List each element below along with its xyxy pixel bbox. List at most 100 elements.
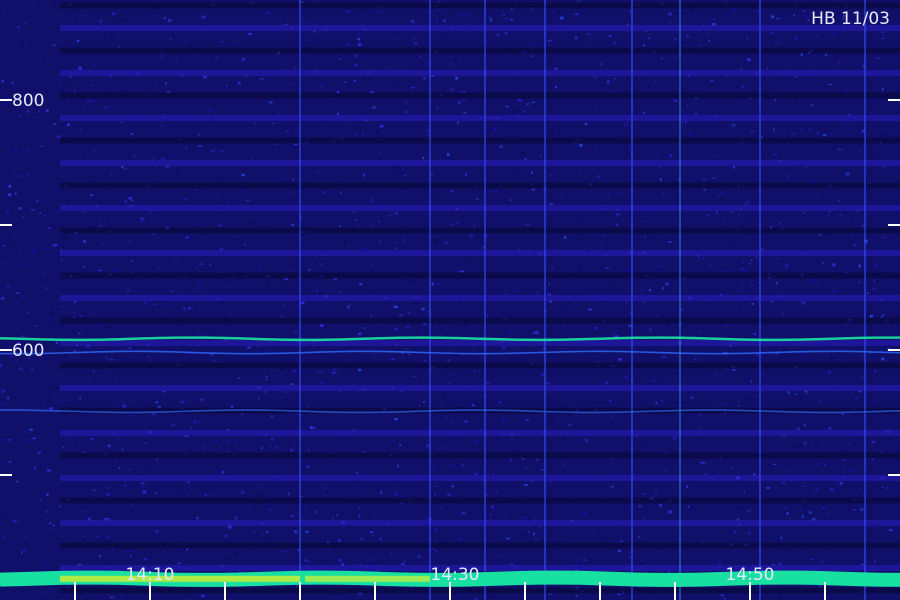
noise-speck [358,332,362,336]
noise-speck [234,441,238,444]
noise-speck [402,63,404,67]
noise-speck [8,168,12,170]
noise-speck [853,436,856,439]
noise-speck [822,561,825,563]
noise-speck [127,241,131,243]
noise-speck [523,110,526,113]
noise-speck [342,64,347,66]
x-tick-label: 14:50 [726,565,775,585]
noise-speck [803,504,807,507]
noise-speck [872,527,875,529]
noise-speck [18,254,21,257]
noise-speck [475,440,479,443]
noise-speck [354,64,357,66]
noise-speck [66,394,69,397]
noise-speck [532,515,535,517]
noise-speck [114,376,117,379]
noise-speck [234,516,238,520]
noise-speck [34,466,36,470]
noise-speck [875,280,879,282]
noise-speck [874,404,877,407]
noise-speck [819,311,821,314]
noise-speck [257,265,262,268]
noise-speck [521,421,523,423]
noise-speck [708,470,711,472]
noise-speck [665,469,667,472]
noise-speck [557,10,561,14]
noise-speck [21,295,24,298]
noise-speck [333,368,338,371]
noise-speck [331,371,336,374]
noise-speck [738,213,740,216]
noise-speck [841,32,844,35]
noise-speck [775,42,778,44]
noise-speck [765,436,767,440]
noise-speck [762,155,765,159]
noise-speck [447,359,450,362]
noise-speck [12,520,17,523]
noise-speck [667,556,669,558]
noise-speck [789,516,791,519]
noise-speck [268,514,271,517]
noise-speck [782,436,786,438]
noise-speck [308,268,311,271]
noise-speck [335,514,338,516]
noise-speck [568,413,570,417]
noise-speck [251,221,256,224]
noise-speck [720,594,724,597]
noise-speck [451,460,454,463]
noise-speck [343,517,345,520]
noise-speck [39,498,42,502]
noise-speck [260,447,263,450]
noise-speck [372,291,376,294]
horizontal-band [60,182,900,189]
noise-speck [551,11,553,13]
noise-speck [607,80,610,84]
noise-speck [852,469,856,472]
noise-speck [2,439,5,441]
noise-speck [844,448,848,451]
noise-speck [825,234,830,236]
noise-speck [217,177,219,180]
noise-speck [226,79,230,81]
noise-speck [18,367,23,371]
noise-speck [271,122,275,124]
noise-speck [91,99,95,103]
noise-speck [614,469,618,472]
noise-speck [825,54,828,56]
noise-speck [86,151,89,153]
noise-speck [732,165,735,169]
noise-speck [395,166,400,169]
noise-speck [858,144,861,146]
noise-speck [553,20,558,23]
noise-speck [230,247,233,249]
noise-speck [280,177,282,180]
noise-speck [550,540,553,542]
noise-speck [399,444,402,447]
noise-speck [394,418,398,421]
noise-speck [614,41,617,44]
noise-speck [181,291,184,293]
noise-speck [756,404,759,407]
noise-speck [110,555,113,558]
noise-speck [473,370,476,373]
noise-speck [127,468,132,471]
noise-speck [600,63,603,65]
noise-speck [549,283,551,286]
noise-speck [149,554,153,556]
noise-speck [180,492,184,495]
noise-speck [286,130,289,132]
noise-speck [615,223,618,226]
noise-speck [405,101,407,103]
noise-speck [247,346,252,349]
noise-speck [558,486,561,488]
noise-speck [155,492,158,494]
noise-speck [850,468,853,472]
noise-speck [721,403,725,406]
noise-speck [597,175,600,178]
noise-speck [220,150,224,152]
noise-speck [723,428,727,430]
noise-speck [692,335,696,338]
noise-speck [422,401,425,403]
noise-speck [776,17,780,20]
